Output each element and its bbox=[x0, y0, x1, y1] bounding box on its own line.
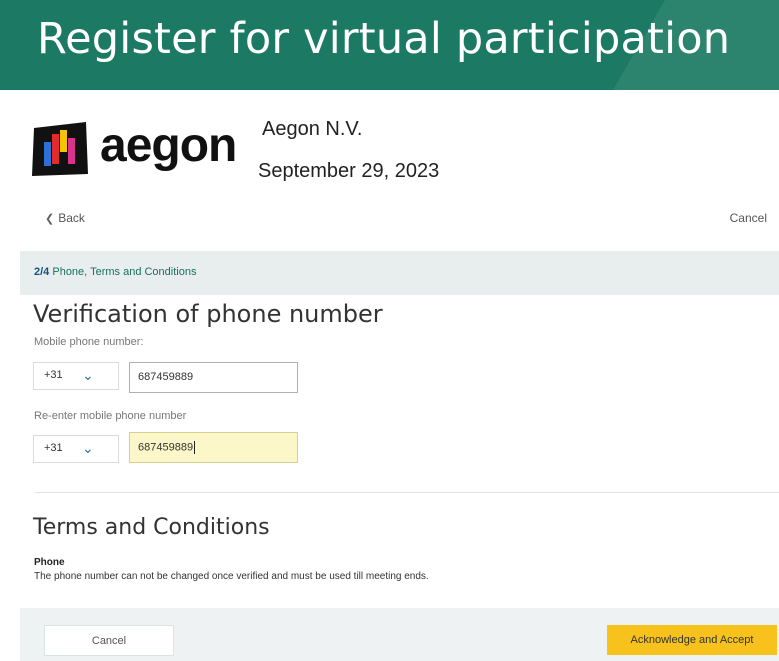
chevron-down-icon: ⌄ bbox=[82, 440, 94, 456]
back-link[interactable]: ❮ Back bbox=[45, 211, 85, 225]
reenter-phone-input[interactable]: 687459889 bbox=[129, 432, 298, 463]
step-text: 2/4 Phone, Terms and Conditions bbox=[34, 266, 196, 278]
chevron-down-icon: ⌄ bbox=[82, 367, 94, 383]
page-title: Register for virtual participation bbox=[37, 14, 731, 64]
back-label: Back bbox=[58, 211, 85, 225]
company-name: Aegon N.V. bbox=[262, 118, 363, 140]
terms-phone-text: The phone number can not be changed once… bbox=[34, 571, 429, 582]
country-code-select[interactable]: +31 ⌄ bbox=[33, 362, 119, 390]
mobile-phone-value: 687459889 bbox=[138, 371, 194, 383]
reenter-phone-value: 687459889 bbox=[138, 441, 194, 454]
company-logo: aegon bbox=[30, 110, 260, 180]
aegon-logo-icon bbox=[32, 122, 88, 176]
mobile-phone-label: Mobile phone number: bbox=[34, 336, 144, 348]
cancel-button[interactable]: Cancel bbox=[44, 625, 174, 656]
page-banner: Register for virtual participation bbox=[0, 0, 779, 90]
reenter-phone-label: Re-enter mobile phone number bbox=[34, 410, 187, 422]
reenter-country-code-value: +31 bbox=[44, 442, 63, 454]
step-indicator: 2/4 Phone, Terms and Conditions bbox=[20, 251, 779, 295]
section-divider bbox=[35, 492, 779, 493]
country-code-value: +31 bbox=[44, 369, 63, 381]
reenter-country-code-select[interactable]: +31 ⌄ bbox=[33, 435, 119, 463]
text-cursor bbox=[194, 441, 196, 454]
meeting-date: September 29, 2023 bbox=[258, 160, 440, 182]
mobile-phone-input[interactable]: 687459889 bbox=[129, 362, 298, 393]
verification-heading: Verification of phone number bbox=[33, 300, 383, 328]
logo-wordmark: aegon bbox=[100, 119, 237, 172]
cancel-link[interactable]: Cancel bbox=[730, 211, 767, 225]
acknowledge-accept-button[interactable]: Acknowledge and Accept bbox=[607, 625, 777, 655]
chevron-left-icon: ❮ bbox=[45, 213, 55, 225]
step-number: 2/4 bbox=[34, 266, 50, 278]
terms-heading: Terms and Conditions bbox=[33, 515, 270, 540]
step-label: Phone, Terms and Conditions bbox=[52, 266, 197, 278]
terms-phone-heading: Phone bbox=[34, 557, 65, 568]
